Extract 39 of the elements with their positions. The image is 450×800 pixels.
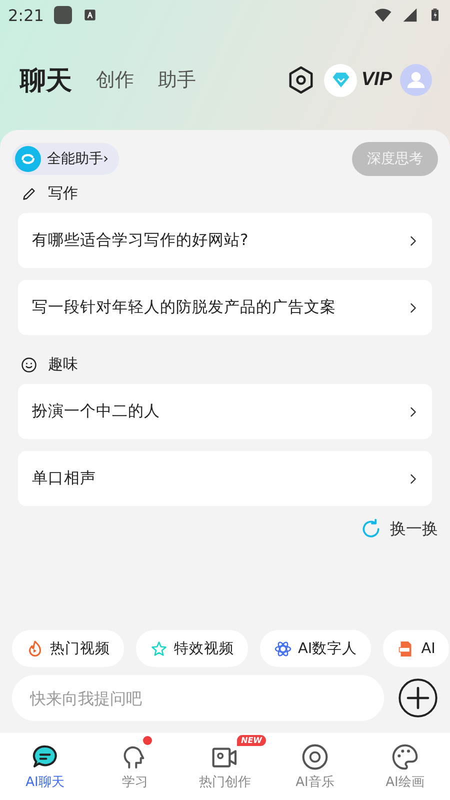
nav-tab[interactable]: AI音乐 [270,733,360,800]
flame-icon [26,640,44,658]
chip-button[interactable]: AI数字人 [260,630,372,667]
prompt-card[interactable]: 写一段针对年轻人的防脱发产品的广告文案 [18,280,432,335]
prompt-card[interactable]: 有哪些适合学习写作的好网站? [18,213,432,268]
smiley-icon [20,356,38,374]
app-icon [54,6,72,24]
tab[interactable]: 助手 [158,67,196,93]
star-icon [150,640,168,658]
plus-icon [398,678,438,718]
clock: 2:21 [8,6,44,24]
section-title: 写作 [48,184,78,203]
vip-button[interactable]: VIP [324,64,392,96]
new-badge: NEW [237,735,266,746]
prompt-card[interactable]: 单口相声 [18,451,432,506]
signal-icon [402,7,418,23]
chip-button[interactable]: 热门视频 [12,630,124,667]
prompt-card[interactable]: 扮演一个中二的人 [18,384,432,439]
section-title: 趣味 [48,355,78,374]
refresh-button[interactable]: 换一换 [360,518,438,540]
wifi-icon [374,6,392,24]
atom-icon [274,640,292,658]
assistant-selector[interactable]: 全能助手› [12,143,119,175]
tab[interactable]: 聊天 [20,62,72,98]
chip-button[interactable]: 特效视频 [136,630,248,667]
refresh-circle-icon [15,146,41,172]
add-button[interactable] [398,678,438,718]
nav-tab[interactable]: NEW 热门创作 [180,733,270,800]
palette-icon [391,742,419,770]
chip-button[interactable]: AI [383,630,450,667]
disc-icon [301,742,329,770]
vip-label: VIP [361,69,392,91]
tab[interactable]: 创作 [96,67,134,93]
nav-tab[interactable]: AI聊天 [0,733,90,800]
keyboard-icon [82,7,98,23]
nav-tab[interactable]: 学习 [90,733,180,800]
nav-tab[interactable]: AI绘画 [360,733,450,800]
chat-bubble-icon [31,742,59,770]
refresh-icon [360,518,382,540]
